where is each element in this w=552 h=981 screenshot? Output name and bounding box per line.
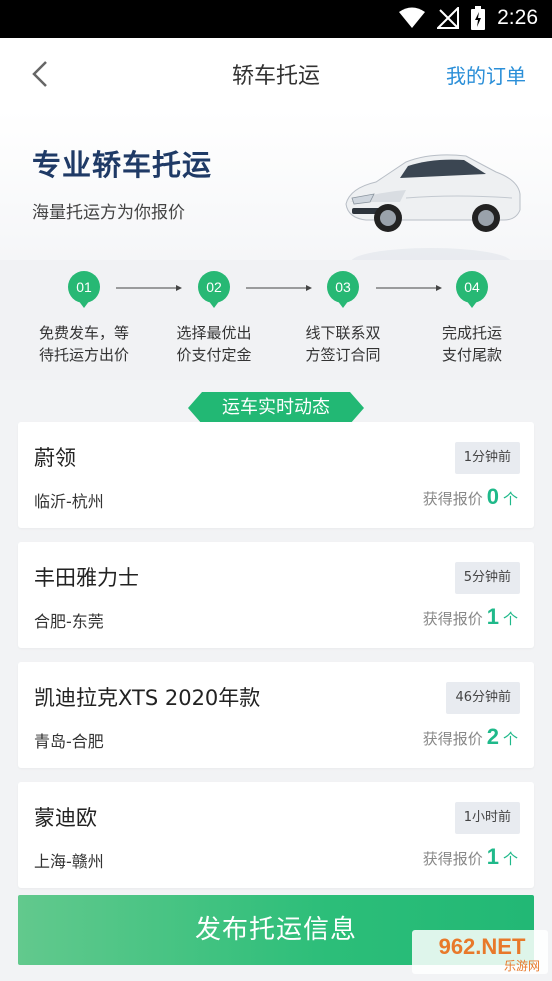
svg-text:962.NET: 962.NET bbox=[439, 934, 526, 959]
step-line1: 线下联系双 bbox=[305, 324, 381, 342]
list-item[interactable]: 凯迪拉克XTS 2020年款 46分钟前 青岛-合肥 获得报价 2 个 bbox=[18, 662, 534, 768]
signal-icon bbox=[437, 7, 460, 29]
step-line1: 选择最优出 bbox=[176, 324, 252, 342]
realtime-section: 运车实时动态 蔚领 1分钟前 临沂-杭州 获得报价 0 个 丰田雅力士 5分钟前… bbox=[0, 380, 552, 980]
quote-unit: 个 bbox=[502, 730, 518, 748]
time-badge: 1小时前 bbox=[454, 802, 520, 834]
quote-count: 1 bbox=[486, 604, 499, 629]
battery-icon bbox=[471, 6, 486, 30]
quote-info: 获得报价 1 个 bbox=[423, 844, 518, 870]
quote-count: 1 bbox=[486, 844, 499, 869]
quote-unit: 个 bbox=[502, 850, 518, 868]
quote-count: 0 bbox=[486, 484, 499, 509]
time-badge: 1分钟前 bbox=[454, 442, 520, 474]
step-number: 02 bbox=[206, 279, 222, 295]
quote-label: 获得报价 bbox=[422, 730, 483, 748]
wifi-icon bbox=[399, 7, 426, 28]
step-label: 线下联系双 方签订合同 bbox=[278, 322, 408, 366]
list-item[interactable]: 蔚领 1分钟前 临沂-杭州 获得报价 0 个 bbox=[18, 422, 534, 528]
step-arrow-icon bbox=[116, 285, 182, 291]
clock-time: 2:26 bbox=[497, 6, 538, 29]
step-marker-icon: 04 bbox=[455, 270, 489, 310]
quote-label: 获得报价 bbox=[422, 610, 483, 628]
site-watermark-logo: 962.NET 乐游网 bbox=[412, 930, 548, 974]
car-name: 丰田雅力士 bbox=[34, 566, 139, 590]
step-arrow-icon bbox=[246, 285, 312, 291]
step-label: 完成托运 支付尾款 bbox=[407, 322, 537, 366]
car-name: 凯迪拉克XTS 2020年款 bbox=[34, 686, 261, 710]
step-label: 选择最优出 价支付定金 bbox=[149, 322, 279, 366]
route-text: 上海-赣州 bbox=[34, 852, 104, 871]
my-orders-link[interactable]: 我的订单 bbox=[446, 60, 526, 89]
step-line1: 完成托运 bbox=[441, 324, 502, 342]
quote-info: 获得报价 0 个 bbox=[423, 484, 518, 510]
route-text: 临沂-杭州 bbox=[34, 492, 104, 511]
list-item[interactable]: 蒙迪欧 1小时前 上海-赣州 获得报价 1 个 bbox=[18, 782, 534, 888]
quote-info: 获得报价 2 个 bbox=[423, 724, 518, 750]
quote-label: 获得报价 bbox=[422, 490, 483, 508]
list-item[interactable]: 丰田雅力士 5分钟前 合肥-东莞 获得报价 1 个 bbox=[18, 542, 534, 648]
step-line2: 待托运方出价 bbox=[38, 346, 129, 364]
step-line2: 价支付定金 bbox=[176, 346, 252, 364]
status-bar: 2:26 bbox=[0, 0, 552, 38]
svg-text:乐游网: 乐游网 bbox=[504, 959, 540, 973]
time-badge: 46分钟前 bbox=[446, 682, 520, 714]
hero-banner: 专业轿车托运 海量托运方为你报价 bbox=[0, 110, 552, 276]
step-line2: 支付尾款 bbox=[441, 346, 502, 364]
step-marker-icon: 03 bbox=[326, 270, 360, 310]
step-marker-icon: 01 bbox=[67, 270, 101, 310]
step-arrow-icon bbox=[376, 285, 442, 291]
step-number: 01 bbox=[76, 279, 92, 295]
car-name: 蒙迪欧 bbox=[34, 806, 97, 830]
step-marker-icon: 02 bbox=[197, 270, 231, 310]
nav-bar: 轿车托运 我的订单 bbox=[0, 38, 552, 110]
quote-info: 获得报价 1 个 bbox=[423, 604, 518, 630]
car-name: 蔚领 bbox=[34, 446, 76, 470]
step-line2: 方签订合同 bbox=[305, 346, 381, 364]
route-text: 青岛-合肥 bbox=[34, 732, 104, 751]
section-title: 运车实时动态 bbox=[222, 397, 330, 418]
time-badge: 5分钟前 bbox=[454, 562, 520, 594]
step-number: 04 bbox=[464, 279, 480, 295]
quote-label: 获得报价 bbox=[422, 850, 483, 868]
hero-subtitle: 海量托运方为你报价 bbox=[32, 203, 185, 223]
route-text: 合肥-东莞 bbox=[34, 612, 104, 631]
quote-unit: 个 bbox=[502, 610, 518, 628]
step-line1: 免费发车，等 bbox=[38, 324, 129, 342]
quote-unit: 个 bbox=[502, 490, 518, 508]
step-label: 免费发车，等 待托运方出价 bbox=[19, 322, 149, 366]
hero-title: 专业轿车托运 bbox=[32, 148, 213, 182]
step-number: 03 bbox=[335, 279, 351, 295]
quote-count: 2 bbox=[486, 724, 499, 749]
